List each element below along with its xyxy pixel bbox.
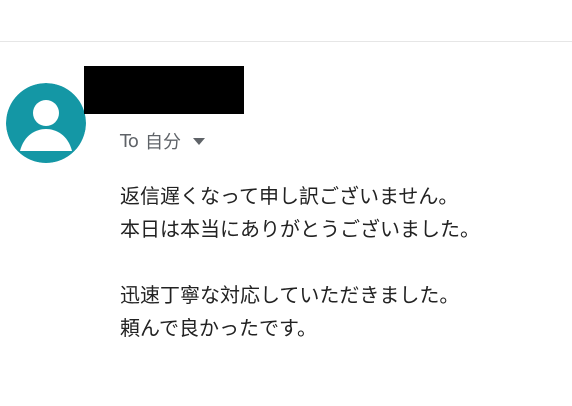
recipient-prefix: To <box>120 130 139 152</box>
avatar[interactable] <box>6 83 86 163</box>
header-divider <box>0 41 572 42</box>
message-body: 返信遅くなって申し訳ございません。 本日は本当にありがとうございました。 迅速丁… <box>120 180 570 345</box>
recipient-details-toggle[interactable]: To 自分 <box>120 128 207 154</box>
person-icon <box>6 83 86 163</box>
message-line: 迅速丁寧な対応していただきました。 <box>120 283 460 307</box>
message-line <box>120 246 570 279</box>
sender-name-redacted <box>84 66 244 114</box>
message-line: 返信遅くなって申し訳ございません。 <box>120 184 459 208</box>
recipient-name: 自分 <box>144 132 181 153</box>
email-message-view: To 自分 返信遅くなって申し訳ございません。 本日は本当にありがとうございまし… <box>0 0 572 406</box>
caret-down-icon[interactable] <box>191 133 207 149</box>
message-line: 本日は本当にありがとうございました。 <box>120 217 480 241</box>
message-line: 頼んで良かったです。 <box>120 316 317 340</box>
